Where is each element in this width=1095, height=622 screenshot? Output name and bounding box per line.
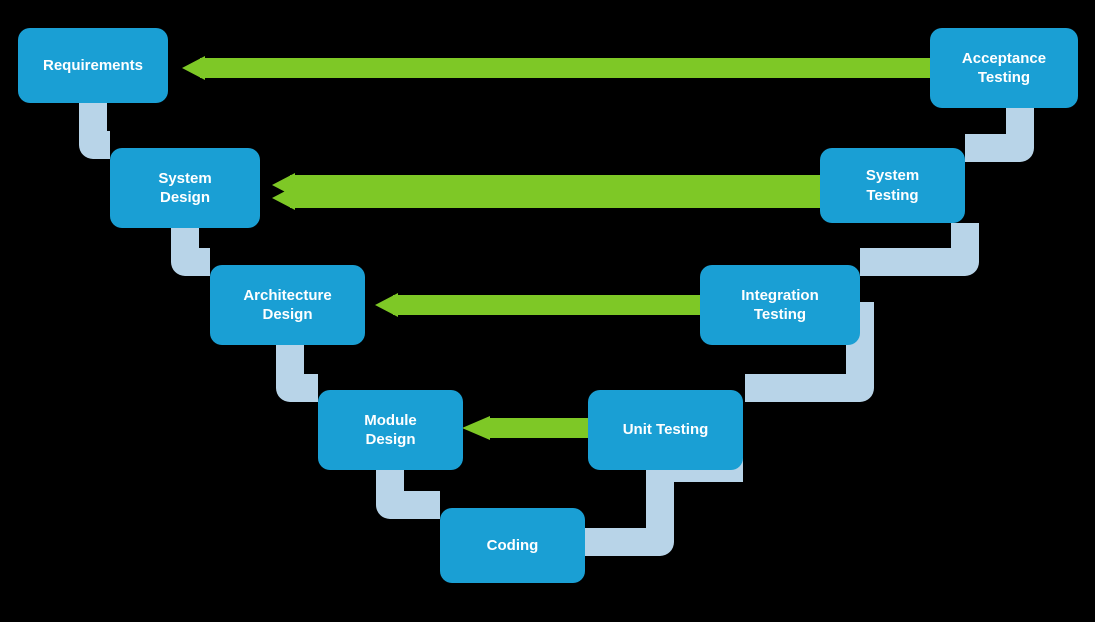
coding-box: Coding — [440, 508, 585, 583]
requirements-box: Requirements — [18, 28, 168, 103]
integration-testing-box: IntegrationTesting — [700, 265, 860, 345]
acceptance-testing-box: AcceptanceTesting — [930, 28, 1078, 108]
architecture-design-box: ArchitectureDesign — [210, 265, 365, 345]
vmodel-diagram: Requirements SystemDesign ArchitectureDe… — [0, 0, 1095, 622]
module-design-box: ModuleDesign — [318, 390, 463, 470]
system-design-box: SystemDesign — [110, 148, 260, 228]
unit-testing-box: Unit Testing — [588, 390, 743, 470]
system-testing-box: SystemTesting — [820, 148, 965, 223]
